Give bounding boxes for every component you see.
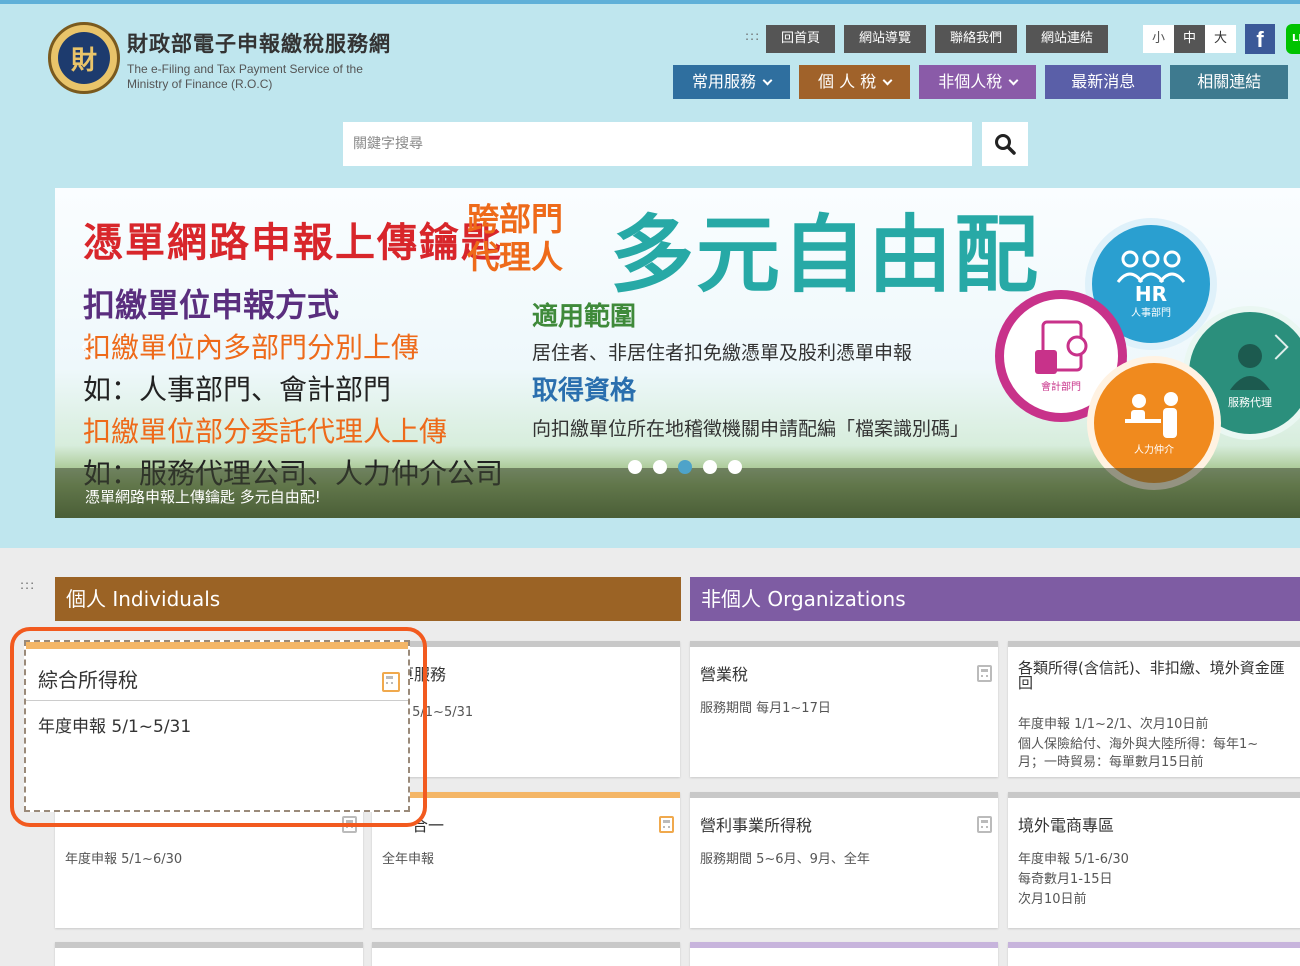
banner-scope-title: 適用範圍 — [532, 302, 637, 332]
card-desc-line1: 年度申報 5/1-6/30 — [1018, 852, 1129, 867]
line-icon[interactable]: LINE — [1286, 24, 1300, 54]
top-links: 回首頁 網站導覽 聯絡我們 網站連結 — [766, 25, 1109, 53]
corporate-income-tax-card[interactable]: 營利事業所得稅 服務期間 5~6月、9月、全年 — [690, 792, 998, 928]
chevron-down-icon — [1008, 75, 1019, 86]
nav-non-individual-tax[interactable]: 非個人稅 — [919, 65, 1037, 99]
card-desc: 全年申報 — [382, 852, 435, 867]
card-title: 境外電商專區 — [1018, 816, 1115, 835]
banner-method-title: 扣繳單位申報方式 — [83, 286, 340, 324]
calculator-icon[interactable] — [977, 665, 992, 682]
accesskey-marker[interactable]: ::: — [745, 30, 760, 42]
individuals-header: 個人 Individuals — [55, 577, 681, 621]
chevron-down-icon — [762, 75, 773, 86]
font-size-switcher: 小 中 大 — [1143, 25, 1236, 53]
banner-scope-text: 居住者、非居住者扣免繳憑單及股利憑單申報 — [532, 342, 913, 364]
carousel-dot-3[interactable] — [678, 460, 692, 474]
banner-qualify-title: 取得資格 — [532, 376, 637, 406]
contact-link[interactable]: 聯絡我們 — [935, 25, 1018, 53]
chevron-down-icon — [882, 75, 893, 86]
accounting-circle-label: 會計部門 — [1041, 381, 1081, 393]
card-desc-line3: 月；一時貿易：每單數月15日前 — [1018, 755, 1204, 770]
people-group-icon — [1116, 250, 1186, 283]
card-desc-line2: 每奇數月1-15日 — [1018, 872, 1113, 887]
emblem-glyph: 財 — [58, 32, 110, 84]
carousel-dot-2[interactable] — [653, 460, 667, 474]
search-icon — [995, 134, 1016, 155]
search-button[interactable] — [982, 122, 1028, 166]
card-desc: 服務期間 5~6月、9月、全年 — [700, 852, 870, 867]
site-subtitle: The e-Filing and Tax Payment Service of … — [127, 62, 363, 92]
home-link[interactable]: 回首頁 — [766, 25, 836, 53]
banner-caption[interactable]: 憑單網路申報上傳鑰匙 多元自由配! — [85, 486, 321, 507]
banner-method-1: 扣繳單位內多部門分別上傳 — [83, 331, 420, 364]
hr-circle-sublabel: 人事部門 — [1131, 307, 1171, 319]
top-accent-stripe — [0, 0, 1300, 4]
carousel-dot-5[interactable] — [728, 460, 742, 474]
cross-border-ecommerce-card[interactable]: 境外電商專區 年度申報 5/1-6/30 每奇數月1-15日 次月10日前 — [1008, 792, 1300, 928]
nav-individual-tax[interactable]: 個 人 稅 — [799, 65, 911, 99]
banner-method-2: 扣繳單位部分委託代理人上傳 — [83, 415, 448, 448]
card-title: 營利事業所得稅 — [700, 816, 813, 835]
office-worker-icon — [1125, 391, 1178, 438]
font-large-button[interactable]: 大 — [1205, 25, 1236, 53]
banner-big-title: 多元自由配 — [610, 206, 1041, 304]
links-link[interactable]: 網站連結 — [1026, 25, 1109, 53]
banner-tag-line2: 代理人 — [467, 238, 564, 276]
individual-card-row3-2[interactable] — [372, 942, 680, 966]
banner-qualify-text: 向扣繳單位所在地稽徵機關申請配編「檔案識別碼」 — [532, 418, 970, 440]
income-categories-card[interactable]: 各類所得(含信託)、非扣繳、境外資金匯回 年度申報 1/1~2/1、次月10日前… — [1008, 641, 1300, 777]
business-tax-card[interactable]: 營業稅 服務期間 每月1~17日 — [690, 641, 998, 777]
nav-related-links[interactable]: 相關連結 — [1170, 65, 1289, 99]
organization-card-row3-1[interactable] — [690, 942, 998, 966]
carousel-dot-1[interactable] — [628, 460, 642, 474]
font-small-button[interactable]: 小 — [1143, 25, 1174, 53]
carousel-dot-4[interactable] — [703, 460, 717, 474]
banner-headline: 憑單網路申報上傳鑰匙 — [83, 220, 503, 266]
site-title[interactable]: 財政部電子申報繳稅服務網 — [127, 28, 391, 58]
calculator-icon[interactable] — [977, 816, 992, 833]
annotation-highlight — [10, 627, 427, 827]
site-subtitle-line1: The e-Filing and Tax Payment Service of … — [127, 62, 363, 76]
card-desc-line2: 個人保險給付、海外與大陸所得：每年1~ — [1018, 737, 1259, 752]
banner-tag-line1: 跨部門 — [467, 200, 564, 238]
nav-common-services[interactable]: 常用服務 — [673, 65, 791, 99]
card-desc: 服務期間 每月1~17日 — [700, 701, 831, 716]
banner-tag: 跨部門 代理人 — [467, 200, 563, 276]
sitemap-link[interactable]: 網站導覽 — [844, 25, 927, 53]
organization-card-row3-2[interactable] — [1008, 942, 1300, 966]
labor-circle-label: 人力仲介 — [1134, 444, 1174, 456]
search-input[interactable] — [343, 122, 972, 166]
site-subtitle-line2: Ministry of Finance (R.O.C) — [127, 77, 273, 91]
hero-banner-carousel[interactable]: 憑單網路申報上傳鑰匙 跨部門 代理人 多元自由配 扣繳單位申報方式 扣繳單位內多… — [55, 188, 1300, 518]
card-desc-line1: 年度申報 1/1~2/1、次月10日前 — [1018, 717, 1209, 732]
accesskey-marker-services[interactable]: ::: — [20, 579, 35, 591]
nav-latest-news[interactable]: 最新消息 — [1045, 65, 1162, 99]
card-title: 營業稅 — [700, 665, 749, 684]
card-title: 各類所得(含信託)、非扣繳、境外資金匯回 — [1018, 659, 1285, 692]
main-nav: 常用服務 個 人 稅 非個人稅 最新消息 相關連結 — [673, 65, 1289, 99]
nav-non-individual-tax-label: 非個人稅 — [938, 72, 1003, 91]
agent-circle-label: 服務代理 — [1228, 396, 1272, 409]
font-medium-button[interactable]: 中 — [1174, 25, 1205, 53]
card-desc-line3: 次月10日前 — [1018, 892, 1087, 907]
nav-common-services-label: 常用服務 — [692, 72, 757, 91]
facebook-icon[interactable]: f — [1245, 24, 1275, 54]
calculator-icon[interactable] — [659, 816, 674, 833]
hr-circle-label: HR — [1134, 281, 1168, 306]
organizations-header: 非個人 Organizations — [690, 577, 1300, 621]
mof-emblem-icon[interactable]: 財 — [48, 22, 120, 94]
banner-method-1-example: 如：人事部門、會計部門 — [83, 373, 392, 406]
calculator-dollar-icon — [1035, 320, 1088, 374]
individual-card-row3-1[interactable] — [55, 942, 363, 966]
nav-individual-tax-label: 個 人 稅 — [818, 72, 877, 91]
card-desc: 年度申報 5/1~6/30 — [65, 852, 183, 867]
